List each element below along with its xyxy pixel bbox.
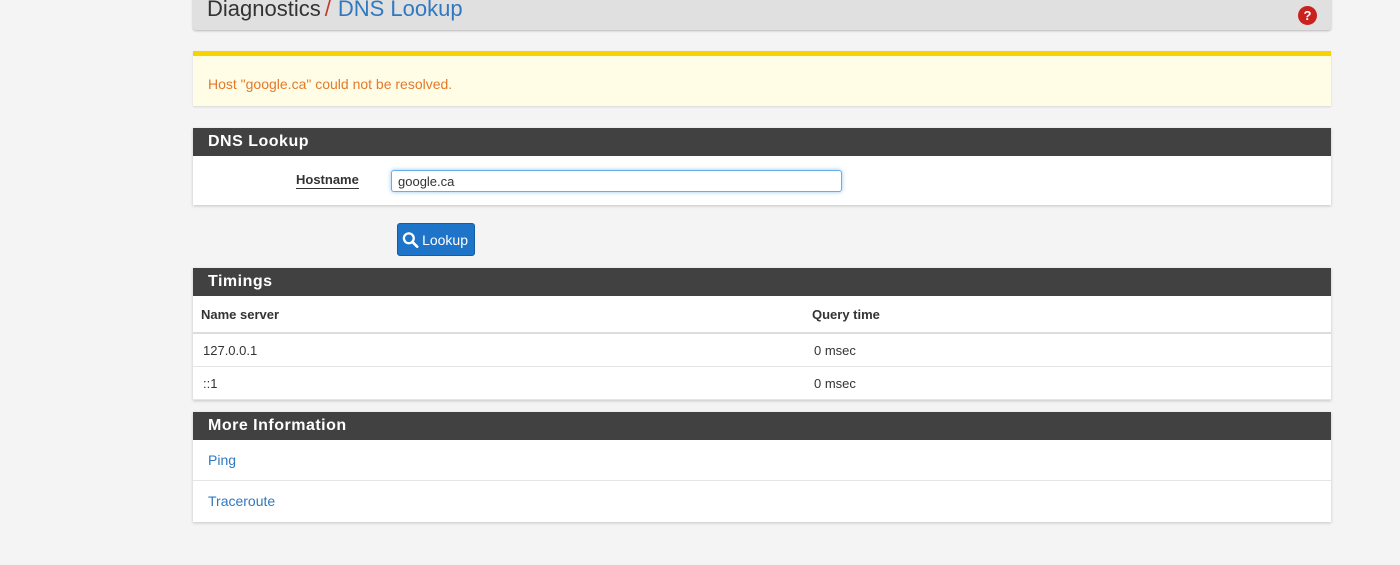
hostname-label: Hostname [296,172,359,189]
page-header: Diagnostics / DNS Lookup ? [193,0,1331,30]
alert-message: Host "google.ca" could not be resolved. [208,76,453,92]
panel-title: Timings [193,268,1331,296]
name-server-cell: 127.0.0.1 [193,333,804,367]
ping-link[interactable]: Ping [193,440,1331,481]
query-time-cell: 0 msec [804,366,1331,400]
column-header-query-time: Query time [804,296,1331,334]
hostname-row: Hostname [193,156,1331,205]
hostname-input[interactable] [391,170,842,192]
lookup-button-label: Lookup [422,231,468,248]
query-time-cell: 0 msec [804,333,1331,367]
timings-table: Name server Query time 127.0.0.1 0 msec … [193,296,1331,400]
timings-panel: Timings Name server Query time 127.0.0.1… [193,268,1331,400]
dns-lookup-panel: DNS Lookup Hostname [193,128,1331,205]
table-row: ::1 0 msec [193,366,1331,400]
column-header-name-server: Name server [193,296,804,334]
help-icon[interactable]: ? [1298,6,1317,25]
search-icon [402,231,419,248]
traceroute-link[interactable]: Traceroute [193,481,1331,521]
lookup-button[interactable]: Lookup [397,223,475,256]
panel-title: More Information [193,412,1331,440]
breadcrumb-separator: / [324,0,331,21]
more-information-panel: More Information Ping Traceroute [193,412,1331,522]
error-alert: Host "google.ca" could not be resolved. [193,51,1331,106]
table-header-row: Name server Query time [193,296,1331,334]
breadcrumb-section[interactable]: Diagnostics [207,0,321,21]
name-server-cell: ::1 [193,366,804,400]
breadcrumb-current[interactable]: DNS Lookup [338,0,463,21]
table-row: 127.0.0.1 0 msec [193,333,1331,367]
breadcrumb: Diagnostics / DNS Lookup [207,0,463,22]
panel-title: DNS Lookup [193,128,1331,156]
